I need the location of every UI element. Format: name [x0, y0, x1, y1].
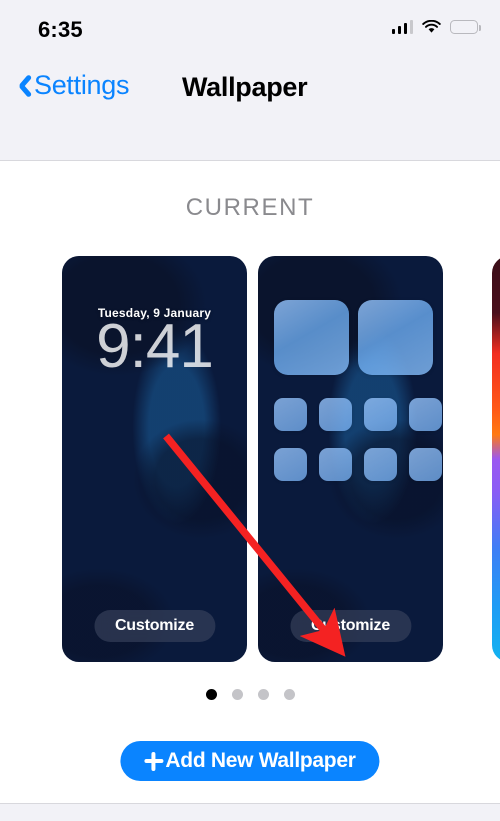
page-dot-1[interactable]	[205, 689, 217, 700]
home-screen-app-icon	[274, 448, 307, 481]
home-screen-app-icon	[364, 398, 397, 431]
chevron-left-icon	[14, 72, 31, 100]
status-bar-indicators	[391, 19, 481, 34]
wallpaper-cards-carousel[interactable]: Tuesday, 9 January 9:41 Customize Custom…	[0, 256, 500, 666]
lock-screen-clock: 9:41	[96, 312, 214, 381]
page-title: Wallpaper	[182, 72, 308, 102]
home-screen-app-icon	[319, 448, 352, 481]
plus-icon	[144, 751, 164, 771]
home-screen-app-icon	[319, 398, 352, 431]
content-area: CURRENT Tuesday, 9 January 9:41 Customiz…	[0, 161, 500, 793]
bottom-safe-area	[0, 803, 500, 821]
home-screen-icon-grid	[258, 256, 443, 662]
back-to-settings-button[interactable]: Settings	[14, 70, 129, 101]
section-header-current: CURRENT	[185, 194, 315, 221]
home-screen-widget	[358, 300, 433, 375]
cellular-signal-icon	[391, 19, 413, 34]
home-screen-app-icon	[409, 448, 442, 481]
add-new-wallpaper-label: Add New Wallpaper	[165, 749, 356, 772]
wallpaper-settings-screen: 6:35 Settings Wallpaper CURRENT Tuesday,…	[0, 0, 500, 821]
customize-home-screen-button[interactable]: Customize	[289, 610, 412, 642]
status-bar: 6:35	[0, 0, 500, 56]
battery-icon	[450, 19, 481, 34]
page-dot-4[interactable]	[283, 689, 295, 700]
page-indicator-dots[interactable]	[0, 689, 500, 700]
home-screen-app-icon	[409, 398, 442, 431]
back-button-label: Settings	[34, 70, 130, 100]
navigation-bar: Settings Wallpaper	[0, 56, 500, 161]
home-screen-app-icon	[364, 448, 397, 481]
home-screen-app-icon	[274, 398, 307, 431]
next-wallpaper-card-peek[interactable]	[492, 256, 500, 662]
wifi-icon	[422, 19, 441, 34]
add-new-wallpaper-button[interactable]: Add New Wallpaper	[120, 741, 380, 781]
page-dot-2[interactable]	[231, 689, 243, 700]
home-screen-wallpaper-card[interactable]: Customize	[258, 256, 443, 662]
status-bar-time: 6:35	[38, 17, 83, 42]
page-dot-3[interactable]	[257, 689, 269, 700]
home-screen-widget	[274, 300, 349, 375]
customize-lock-screen-button[interactable]: Customize	[93, 610, 216, 642]
lock-screen-wallpaper-card[interactable]: Tuesday, 9 January 9:41 Customize	[62, 256, 247, 662]
